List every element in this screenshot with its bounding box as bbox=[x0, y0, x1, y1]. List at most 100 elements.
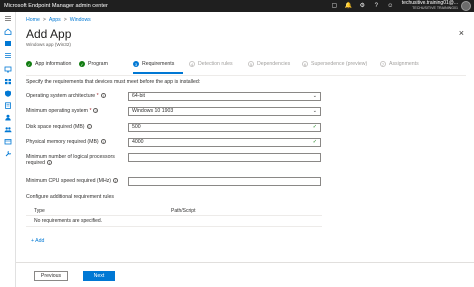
top-bar: Microsoft Endpoint Manager admin center … bbox=[0, 0, 474, 12]
page-subtitle: Windows app (Win32) bbox=[26, 42, 71, 47]
info-icon[interactable]: i bbox=[47, 160, 53, 166]
field-label: Operating system architecture * i bbox=[26, 93, 106, 99]
close-icon[interactable]: × bbox=[459, 28, 464, 38]
input-value: 4000 bbox=[132, 139, 144, 145]
notifications-bell-icon[interactable]: 🔔 bbox=[345, 3, 352, 9]
tenant-administration-icon[interactable] bbox=[4, 138, 12, 145]
step-label: Supersedence (preview) bbox=[311, 61, 368, 67]
step-detection-rules[interactable]: 4 Detection rules bbox=[189, 61, 233, 67]
expand-menu-icon[interactable] bbox=[4, 15, 12, 22]
page-title: Add App bbox=[26, 27, 72, 41]
devices-icon[interactable] bbox=[4, 66, 12, 73]
field-label: Physical memory required (MB) i bbox=[26, 139, 106, 145]
topbar-icons: ▢ 🔔 ⚙ ? ☺ bbox=[331, 3, 394, 9]
step-requirements[interactable]: 3 Requirements bbox=[133, 61, 174, 67]
wizard-footer: Previous Next bbox=[16, 262, 474, 287]
field-row-os-architecture: Operating system architecture * i 64-bit … bbox=[26, 92, 326, 101]
table-header: Type Path/Script bbox=[26, 207, 322, 216]
field-label: Minimum number of logical processors req… bbox=[26, 154, 115, 166]
logical-processors-input[interactable] bbox=[128, 153, 321, 162]
step-number-badge: 7 bbox=[380, 61, 386, 67]
next-button[interactable]: Next bbox=[83, 271, 115, 281]
left-navigation bbox=[0, 12, 16, 287]
groups-icon[interactable] bbox=[4, 126, 12, 133]
select-value: 64-bit bbox=[132, 93, 145, 99]
input-value: 500 bbox=[132, 124, 141, 130]
os-architecture-select[interactable]: 64-bit ⌄ bbox=[128, 92, 321, 101]
minimum-os-select[interactable]: Windows 10 1903 ⌄ bbox=[128, 107, 321, 116]
physical-memory-input[interactable]: 4000 ✓ bbox=[128, 138, 321, 147]
breadcrumb-apps[interactable]: Apps bbox=[49, 17, 61, 23]
select-value: Windows 10 1903 bbox=[132, 108, 174, 114]
add-requirement-link[interactable]: + Add bbox=[31, 238, 44, 244]
reports-icon[interactable] bbox=[4, 102, 12, 109]
step-label: Detection rules bbox=[198, 61, 233, 67]
wizard-steps: ✓ App information ✓ Program 3 Requiremen… bbox=[26, 61, 466, 71]
step-number-badge: 3 bbox=[133, 61, 139, 67]
step-supersedence[interactable]: 6 Supersedence (preview) bbox=[302, 61, 367, 67]
info-icon[interactable]: i bbox=[86, 124, 92, 130]
dashboard-icon[interactable] bbox=[4, 40, 12, 47]
step-complete-check-icon: ✓ bbox=[26, 61, 32, 67]
step-number-badge: 4 bbox=[189, 61, 195, 67]
empty-table-message: No requirements are specified. bbox=[34, 218, 103, 224]
requirement-rules-table: Type Path/Script No requirements are spe… bbox=[26, 207, 322, 227]
cloud-shell-icon[interactable]: ▢ bbox=[331, 3, 338, 9]
previous-button[interactable]: Previous bbox=[34, 271, 68, 281]
step-label: App information bbox=[35, 61, 72, 67]
feedback-smiley-icon[interactable]: ☺ bbox=[387, 3, 394, 9]
breadcrumb-separator: > bbox=[63, 17, 67, 23]
main-content: Home > Apps > Windows Add App Windows ap… bbox=[16, 12, 474, 287]
cpu-speed-input[interactable] bbox=[128, 177, 321, 186]
step-complete-check-icon: ✓ bbox=[79, 61, 85, 67]
valid-check-icon: ✓ bbox=[312, 139, 317, 145]
step-label: Assignments bbox=[389, 61, 419, 67]
help-question-icon[interactable]: ? bbox=[373, 3, 380, 9]
step-label: Program bbox=[88, 61, 108, 67]
troubleshooting-icon[interactable] bbox=[4, 150, 12, 157]
all-services-icon[interactable] bbox=[4, 52, 12, 59]
column-header-type: Type bbox=[34, 208, 45, 214]
required-asterisk: * bbox=[89, 108, 92, 114]
field-label: Disk space required (MB) i bbox=[26, 124, 92, 130]
disk-space-input[interactable]: 500 ✓ bbox=[128, 123, 321, 132]
table-row: No requirements are specified. bbox=[26, 216, 322, 227]
requirements-intro: Specify the requirements that devices mu… bbox=[26, 79, 201, 85]
info-icon[interactable]: i bbox=[93, 108, 99, 114]
breadcrumb: Home > Apps > Windows bbox=[26, 17, 91, 23]
current-step-indicator bbox=[133, 72, 183, 74]
step-dependencies[interactable]: 5 Dependencies bbox=[248, 61, 290, 67]
apps-icon[interactable] bbox=[4, 78, 12, 85]
field-row-disk-space: Disk space required (MB) i 500 ✓ bbox=[26, 123, 326, 132]
account-info[interactable]: techusitive.training01@... TECHUSITIVE T… bbox=[402, 1, 458, 11]
step-program[interactable]: ✓ Program bbox=[79, 61, 108, 67]
home-icon[interactable] bbox=[4, 28, 12, 35]
settings-gear-icon[interactable]: ⚙ bbox=[359, 3, 366, 9]
info-icon[interactable]: i bbox=[100, 139, 106, 145]
info-icon[interactable]: i bbox=[100, 93, 106, 99]
column-header-path-script: Path/Script bbox=[171, 208, 196, 214]
field-row-physical-memory: Physical memory required (MB) i 4000 ✓ bbox=[26, 138, 326, 147]
info-icon[interactable]: i bbox=[113, 178, 119, 184]
breadcrumb-windows[interactable]: Windows bbox=[70, 17, 91, 23]
field-row-logical-processors: Minimum number of logical processors req… bbox=[26, 153, 326, 169]
breadcrumb-home[interactable]: Home bbox=[26, 17, 40, 23]
users-icon[interactable] bbox=[4, 114, 12, 121]
step-label: Dependencies bbox=[257, 61, 291, 67]
field-row-cpu-speed: Minimum CPU speed required (MHz) i bbox=[26, 177, 326, 186]
step-label: Requirements bbox=[142, 61, 175, 67]
avatar[interactable] bbox=[461, 1, 471, 11]
valid-check-icon: ✓ bbox=[312, 124, 317, 130]
breadcrumb-separator: > bbox=[42, 17, 46, 23]
endpoint-security-icon[interactable] bbox=[4, 90, 12, 97]
step-assignments[interactable]: 7 Assignments bbox=[380, 61, 419, 67]
field-label: Minimum operating system * i bbox=[26, 108, 99, 114]
field-label: Minimum CPU speed required (MHz) i bbox=[26, 178, 119, 184]
required-asterisk: * bbox=[96, 93, 99, 99]
steps-divider bbox=[26, 75, 466, 76]
account-tenant: TECHUSITIVE TRAINING01 bbox=[412, 6, 458, 11]
chevron-down-icon: ⌄ bbox=[312, 93, 317, 99]
app-title[interactable]: Microsoft Endpoint Manager admin center bbox=[0, 3, 108, 9]
step-number-badge: 5 bbox=[248, 61, 254, 67]
step-app-information[interactable]: ✓ App information bbox=[26, 61, 71, 67]
